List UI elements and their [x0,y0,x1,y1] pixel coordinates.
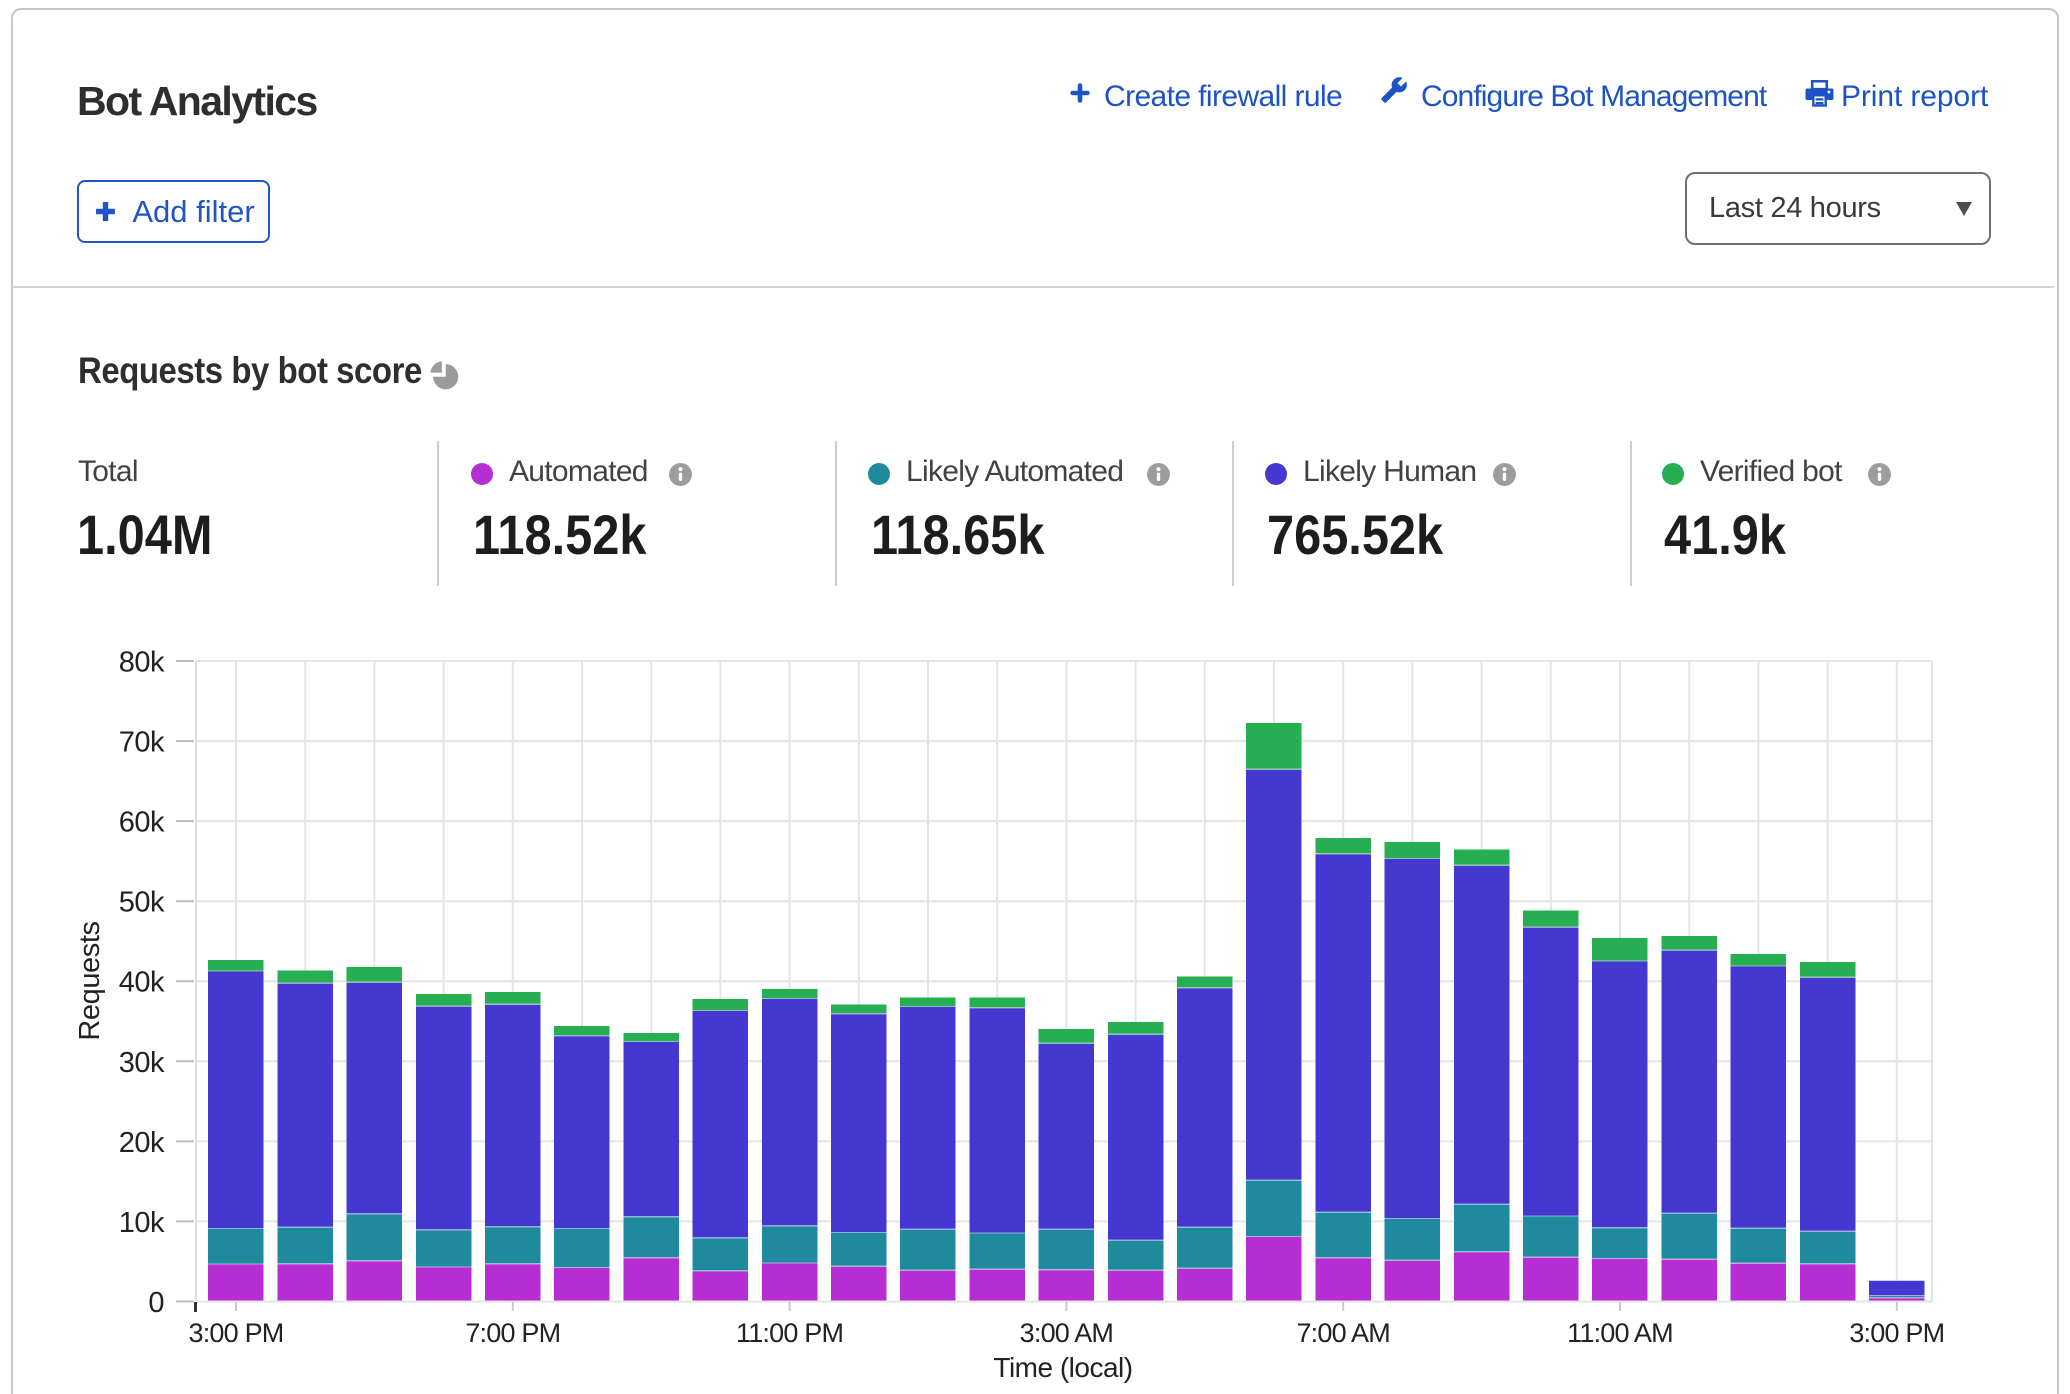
svg-text:Time (local): Time (local) [993,1352,1132,1383]
svg-text:80k: 80k [119,647,165,679]
svg-text:40k: 40k [119,967,165,999]
svg-text:0: 0 [148,1287,164,1319]
svg-text:7:00 PM: 7:00 PM [465,1318,560,1348]
svg-text:11:00 AM: 11:00 AM [1567,1318,1673,1348]
svg-text:30k: 30k [119,1047,165,1079]
svg-text:7:00 AM: 7:00 AM [1296,1318,1389,1348]
svg-text:50k: 50k [119,887,165,919]
svg-text:3:00 PM: 3:00 PM [189,1318,284,1348]
svg-text:11:00 PM: 11:00 PM [736,1318,843,1348]
svg-text:20k: 20k [119,1127,165,1159]
svg-text:3:00 PM: 3:00 PM [1849,1318,1944,1348]
svg-text:3:00 AM: 3:00 AM [1020,1318,1113,1348]
svg-text:10k: 10k [119,1207,165,1239]
svg-text:70k: 70k [119,727,165,759]
svg-text:Requests: Requests [74,921,106,1040]
svg-text:60k: 60k [119,807,165,839]
